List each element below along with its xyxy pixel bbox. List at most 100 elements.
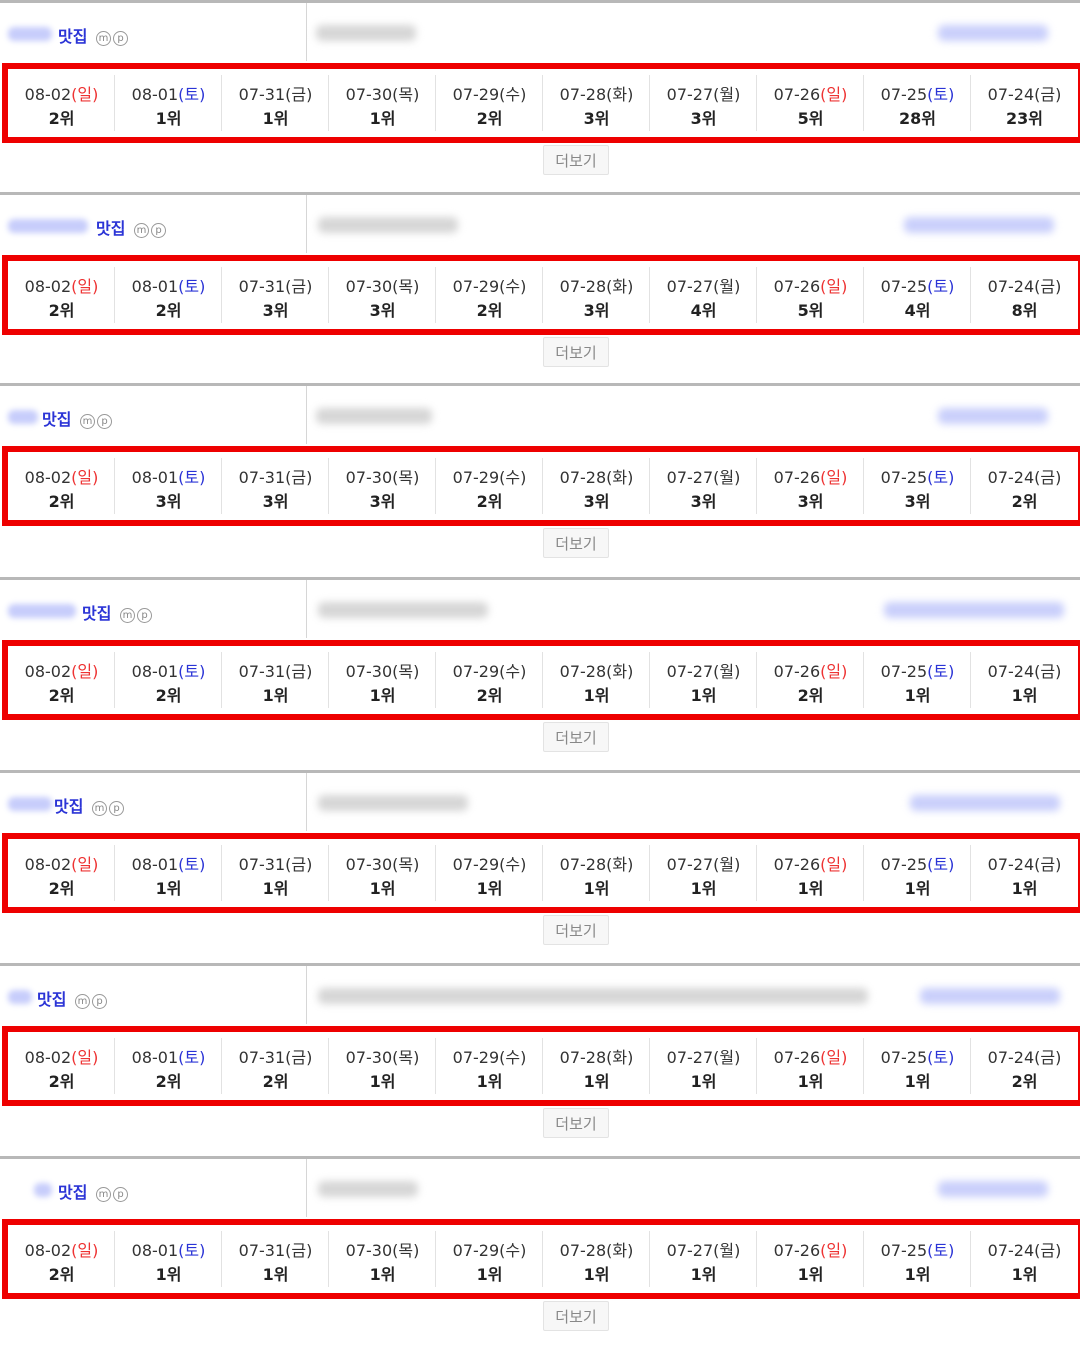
pc-icon[interactable]: p — [109, 801, 124, 816]
rank-value: 1위 — [369, 879, 396, 898]
rank-value: 2위 — [797, 686, 824, 705]
date-text: 07-29 — [452, 662, 500, 681]
weekday-text: (금) — [1034, 85, 1062, 104]
rank-value: 3위 — [369, 492, 396, 511]
pc-icon[interactable]: p — [92, 994, 107, 1009]
pc-icon[interactable]: p — [97, 414, 112, 429]
more-button[interactable]: 더보기 — [543, 915, 609, 945]
date-text: 07-25 — [880, 85, 928, 104]
keyword-link[interactable]: 맛집 — [54, 793, 83, 817]
rank-value: 2위 — [48, 686, 75, 705]
redacted-url — [318, 602, 488, 618]
rank-cell: 07-28(화) 3위 — [543, 452, 650, 520]
more-button[interactable]: 더보기 — [543, 145, 609, 175]
weekday-text: (목) — [392, 1241, 420, 1260]
keyword-link[interactable]: 맛집 — [42, 406, 71, 430]
weekday-text: (화) — [606, 468, 634, 487]
weekday-text: (수) — [499, 1048, 527, 1067]
weekday-text: (금) — [1034, 468, 1062, 487]
keyword-link[interactable]: 맛집 — [96, 215, 125, 239]
rank-value: 1위 — [476, 1265, 503, 1284]
date-text: 07-30 — [345, 277, 393, 296]
date-text: 08-01 — [131, 662, 179, 681]
rank-value: 3위 — [262, 492, 289, 511]
mobile-icon[interactable]: m — [80, 414, 95, 429]
rank-cell: 07-24(금) 1위 — [971, 839, 1078, 907]
rank-cell: 08-02(일) 2위 — [8, 261, 115, 329]
rank-cell: 07-27(월) 1위 — [650, 1032, 757, 1100]
weekday-text: (토) — [927, 1048, 955, 1067]
rank-cell: 07-28(화) 1위 — [543, 1032, 650, 1100]
rank-date: 07-26(일) — [757, 1237, 864, 1261]
rank-cell: 07-28(화) 1위 — [543, 839, 650, 907]
rank-date: 08-01(토) — [115, 81, 222, 105]
rank-date: 07-30(목) — [329, 658, 436, 682]
rank-value: 1위 — [155, 109, 182, 128]
mobile-icon[interactable]: m — [134, 223, 149, 238]
rank-value: 5위 — [797, 301, 824, 320]
weekday-text: (금) — [285, 85, 313, 104]
keyword-link[interactable]: 맛집 — [37, 986, 66, 1010]
date-text: 07-27 — [666, 1048, 714, 1067]
rank-cell: 07-28(화) 3위 — [543, 261, 650, 329]
rank-date: 07-30(목) — [329, 1044, 436, 1068]
pc-icon[interactable]: p — [113, 1187, 128, 1202]
rank-date: 07-29(수) — [436, 464, 543, 488]
pc-icon[interactable]: p — [113, 31, 128, 46]
rank-cell: 07-31(금) 2위 — [222, 1032, 329, 1100]
mobile-icon[interactable]: m — [96, 1187, 111, 1202]
rank-cell: 07-25(토) 1위 — [864, 839, 971, 907]
rank-cell: 07-29(수) 1위 — [436, 1032, 543, 1100]
weekday-text: (일) — [71, 468, 99, 487]
date-text: 07-26 — [773, 1048, 821, 1067]
pc-icon[interactable]: p — [151, 223, 166, 238]
date-text: 08-01 — [131, 855, 179, 874]
keyword-link[interactable]: 맛집 — [58, 23, 87, 47]
weekday-text: (목) — [392, 85, 420, 104]
redacted-url — [318, 1181, 418, 1197]
pc-icon[interactable]: p — [137, 608, 152, 623]
weekday-text: (토) — [178, 1048, 206, 1067]
rank-value: 2위 — [155, 686, 182, 705]
mobile-icon[interactable]: m — [120, 608, 135, 623]
more-button[interactable]: 더보기 — [543, 528, 609, 558]
mobile-icon[interactable]: m — [92, 801, 107, 816]
more-button[interactable]: 더보기 — [543, 722, 609, 752]
rank-value: 1위 — [583, 1072, 610, 1091]
rank-value: 1위 — [904, 1265, 931, 1284]
rank-value: 2위 — [48, 492, 75, 511]
redacted-tag — [938, 1181, 1048, 1197]
rank-date: 08-01(토) — [115, 464, 222, 488]
mobile-icon[interactable]: m — [75, 994, 90, 1009]
rank-cell: 07-31(금) 1위 — [222, 69, 329, 137]
rank-value: 1위 — [797, 1072, 824, 1091]
rank-cell: 08-02(일) 2위 — [8, 69, 115, 137]
date-text: 07-29 — [452, 277, 500, 296]
rank-date: 07-24(금) — [971, 1237, 1078, 1261]
more-button[interactable]: 더보기 — [543, 1108, 609, 1138]
mobile-icon[interactable]: m — [96, 31, 111, 46]
rank-date: 07-31(금) — [222, 273, 329, 297]
rank-value: 2위 — [476, 109, 503, 128]
more-button[interactable]: 더보기 — [543, 1301, 609, 1331]
weekday-text: (월) — [713, 662, 741, 681]
more-button[interactable]: 더보기 — [543, 337, 609, 367]
block-header: 맛집 m p — [0, 580, 1080, 638]
redacted-url — [316, 25, 416, 41]
rank-value: 2위 — [476, 492, 503, 511]
keyword-rank-block: 맛집 m p 08-02(일) 2위 08-01(토) 1위 07-31(금) 1위 07-30(… — [0, 770, 1080, 960]
keyword-link[interactable]: 맛집 — [82, 600, 111, 624]
keyword-link[interactable]: 맛집 — [58, 1179, 87, 1203]
weekday-text: (목) — [392, 277, 420, 296]
keyword-cell: 맛집 m p — [0, 966, 307, 1024]
rank-date: 08-02(일) — [8, 658, 115, 682]
rank-cell: 07-24(금) 2위 — [971, 1032, 1078, 1100]
rank-cell: 07-30(목) 1위 — [329, 839, 436, 907]
weekday-text: (수) — [499, 85, 527, 104]
rank-date: 07-29(수) — [436, 1044, 543, 1068]
rank-date: 07-31(금) — [222, 1044, 329, 1068]
rank-cell: 07-25(토) 1위 — [864, 1032, 971, 1100]
mobile-pc-icons: mp — [80, 409, 114, 429]
date-text: 07-28 — [559, 468, 607, 487]
rank-date: 07-30(목) — [329, 1237, 436, 1261]
